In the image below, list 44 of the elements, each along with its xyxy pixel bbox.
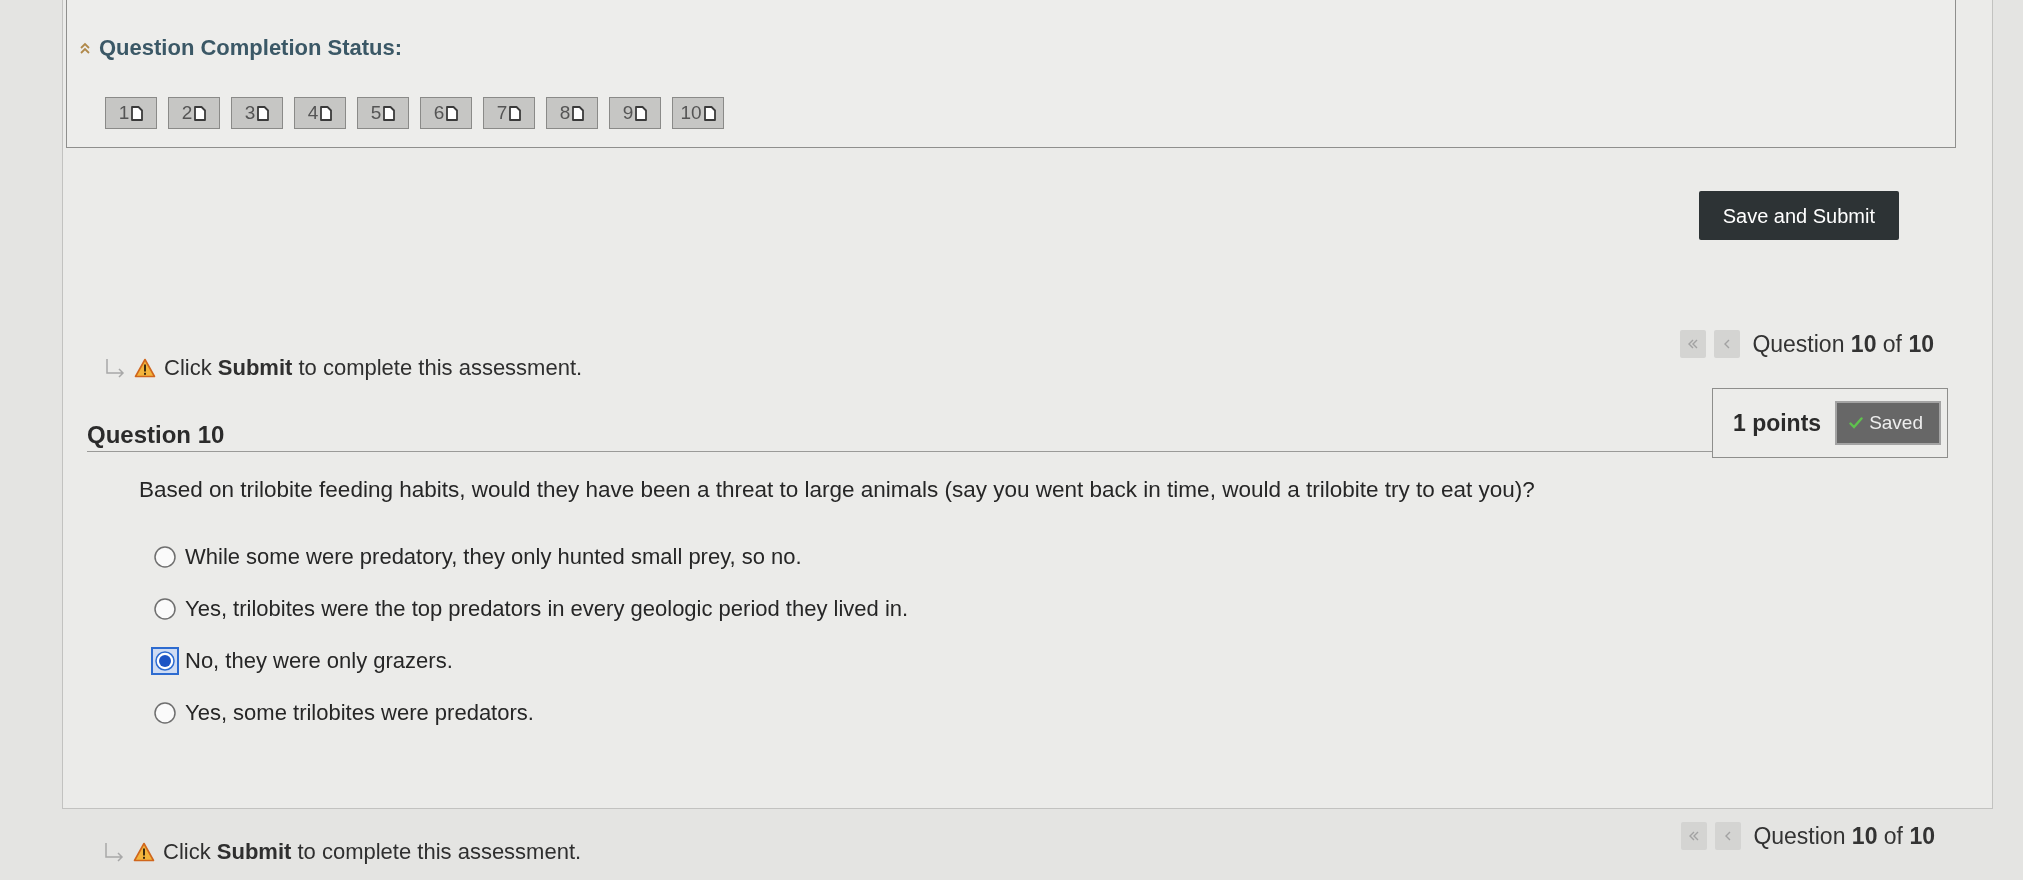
save-and-submit-button[interactable]: Save and Submit: [1698, 191, 1899, 240]
page-icon: [257, 105, 270, 121]
question-counter: Question 10 of 10: [1753, 822, 1935, 851]
radio-button[interactable]: [154, 702, 176, 724]
option-text: Yes, some trilobites were predators.: [185, 699, 534, 727]
question-button[interactable]: 8: [546, 97, 598, 129]
question-button[interactable]: 7: [483, 97, 535, 129]
page-icon: [572, 105, 585, 121]
page-icon: [194, 105, 207, 121]
option-text: While some were predatory, they only hunted small prey, so no.: [185, 543, 802, 571]
page-icon: [383, 105, 396, 121]
page-icon: [131, 105, 144, 121]
radio-button[interactable]: [154, 546, 176, 568]
radio-button[interactable]: [154, 598, 176, 620]
option-text: Yes, trilobites were the top predators in every geologic period they lived in.: [185, 595, 909, 623]
page-icon: [509, 105, 522, 121]
page-icon: [703, 105, 716, 121]
saved-label: Saved: [1869, 410, 1923, 435]
points-text: 1 points: [1732, 408, 1822, 438]
warning-icon: [134, 358, 156, 378]
question-title: Question 10: [87, 421, 225, 448]
instruction-text: Click Submit to complete this assessment.: [164, 355, 583, 381]
double-chevron-icon[interactable]: [79, 42, 91, 54]
question-button[interactable]: 1: [105, 97, 157, 129]
question-counter: Question 10 of 10: [1752, 330, 1934, 359]
question-button[interactable]: 5: [357, 97, 409, 129]
warning-icon: [133, 842, 155, 862]
return-arrow-icon: [104, 358, 126, 378]
status-title: Question Completion Status:: [99, 34, 403, 62]
question-button[interactable]: 6: [420, 97, 472, 129]
option-text: No, they were only grazers.: [185, 647, 453, 675]
page-icon: [446, 105, 459, 121]
question-button[interactable]: 2: [168, 97, 220, 129]
return-arrow-icon: [103, 842, 125, 862]
check-icon: [1849, 417, 1864, 429]
instruction-text: Click Submit to complete this assessment.: [163, 839, 582, 865]
question-button[interactable]: 3: [231, 97, 283, 129]
question-button[interactable]: 9: [609, 97, 661, 129]
radio-button[interactable]: [151, 647, 179, 675]
page-icon: [635, 105, 648, 121]
question-text: Based on trilobite feeding habits, would they have been a threat to large animals (say you went back in time, would a trilobite try to eat you)?: [139, 476, 1536, 504]
page-icon: [320, 105, 333, 121]
question-button[interactable]: 4: [294, 97, 346, 129]
question-button[interactable]: 10: [672, 97, 724, 129]
